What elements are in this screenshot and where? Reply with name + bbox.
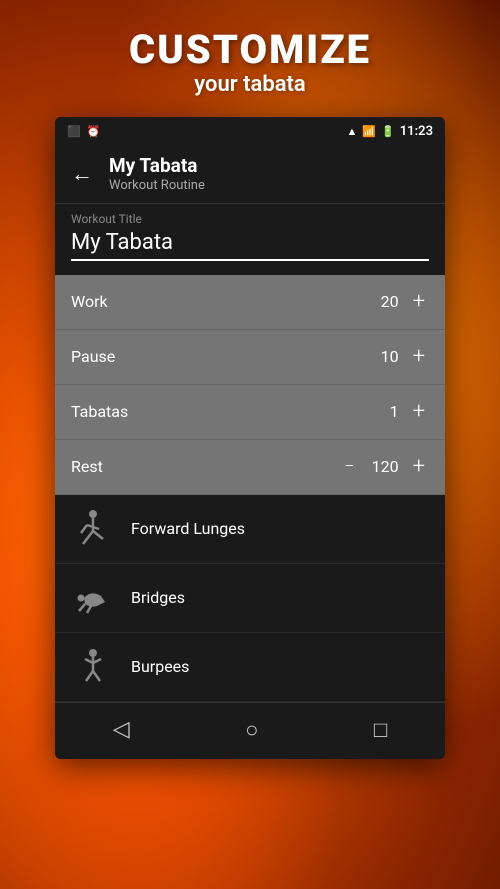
exercise-row-bridges[interactable]: Bridges [55,564,445,633]
exercises-section: Forward Lunges Bridges [55,495,445,702]
setting-controls-rest: − 120 + [340,456,429,478]
setting-label-rest: Rest [71,457,103,476]
rest-plus-button[interactable]: + [409,456,429,478]
app-bar-subtitle: Workout Routine [109,178,429,193]
setting-controls-pause: 10 + [369,346,429,368]
bridge-figure-icon [71,576,115,620]
exercise-name-forward-lunges: Forward Lunges [131,519,245,538]
pause-plus-button[interactable]: + [409,346,429,368]
back-nav-button[interactable]: ◁ [97,713,146,746]
work-plus-button[interactable]: + [409,291,429,313]
setting-row-work: Work 20 + [55,275,445,330]
workout-title-section: Workout Title My Tabata [55,204,445,275]
app-bar: ← My Tabata Workout Routine [55,145,445,204]
back-button[interactable]: ← [71,161,93,187]
setting-value-tabatas: 1 [369,402,399,421]
workout-title-input[interactable]: My Tabata [71,230,429,261]
image-icon: ⬛ [67,125,81,138]
setting-value-rest: 120 [369,457,399,476]
home-nav-button[interactable]: ○ [229,713,274,747]
app-bar-text: My Tabata Workout Routine [109,155,429,193]
alarm-icon: ⏰ [87,125,101,138]
burpee-figure-icon [71,645,115,689]
hero-subtitle: your tabata [0,72,500,97]
setting-controls-work: 20 + [369,291,429,313]
workout-title-label: Workout Title [71,212,429,226]
status-bar: ⬛ ⏰ ▲ 📶 🔋 11:23 [55,117,445,145]
exercise-name-bridges: Bridges [131,588,185,607]
lunge-figure-icon [71,507,115,551]
setting-label-tabatas: Tabatas [71,402,128,421]
status-right-area: ▲ 📶 🔋 11:23 [346,124,433,139]
setting-controls-tabatas: 1 + [369,401,429,423]
setting-label-work: Work [71,292,108,311]
setting-row-pause: Pause 10 + [55,330,445,385]
battery-icon: 🔋 [381,125,395,138]
status-left-icons: ⬛ ⏰ [67,125,100,138]
tabatas-plus-button[interactable]: + [409,401,429,423]
setting-value-pause: 10 [369,347,399,366]
exercise-name-burpees: Burpees [131,657,189,676]
setting-label-pause: Pause [71,347,115,366]
setting-row-rest: Rest − 120 + [55,440,445,495]
app-bar-title: My Tabata [109,155,429,178]
exercise-row-forward-lunges[interactable]: Forward Lunges [55,495,445,564]
recents-nav-button[interactable]: □ [358,713,403,747]
setting-row-tabatas: Tabatas 1 + [55,385,445,440]
status-time: 11:23 [400,124,433,139]
wifi-icon: ▲ [346,125,357,138]
hero-section: CUSTOMIZE your tabata [0,0,500,117]
signal-icon: 📶 [362,125,376,138]
setting-value-work: 20 [369,292,399,311]
settings-section: Work 20 + Pause 10 + Tabatas 1 + Rest [55,275,445,495]
rest-minus-button[interactable]: − [340,458,358,476]
phone-frame: ⬛ ⏰ ▲ 📶 🔋 11:23 ← My Tabata Workout Rout… [55,117,445,759]
hero-title: CUSTOMIZE [0,28,500,72]
exercise-row-burpees[interactable]: Burpees [55,633,445,702]
bottom-nav: ◁ ○ □ [55,702,445,759]
